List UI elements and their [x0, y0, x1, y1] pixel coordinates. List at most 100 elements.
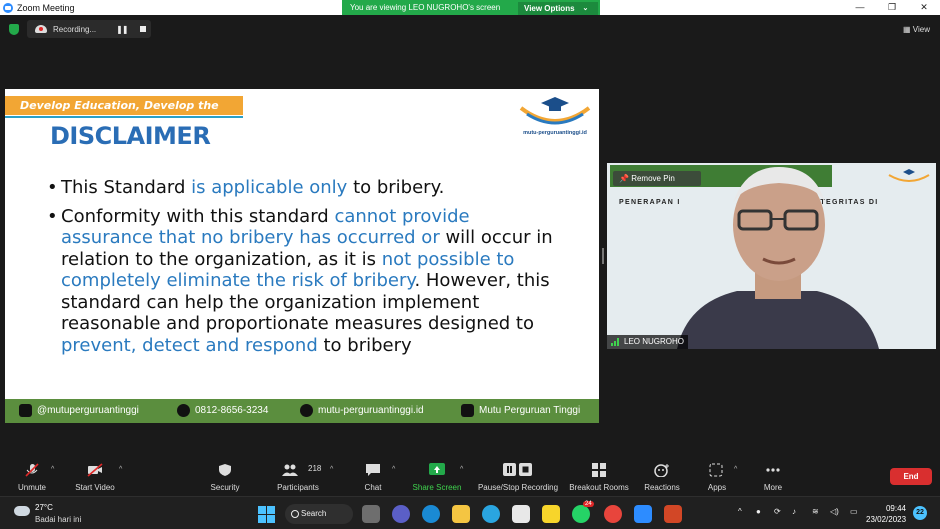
apps-label: Apps — [707, 483, 727, 492]
slide-footer: @mutuperguruantinggi 0812-8656-3234 mutu… — [5, 399, 599, 423]
instagram-icon — [19, 404, 32, 417]
chrome-icon[interactable] — [604, 505, 622, 523]
maximize-button[interactable]: ❐ — [876, 0, 908, 15]
end-meeting-button[interactable]: End — [890, 468, 932, 485]
share-screen-icon — [429, 463, 445, 475]
unmute-label: Unmute — [17, 483, 46, 492]
title-bar: Zoom Meeting You are viewing LEO NUGROHO… — [0, 0, 940, 15]
taskbar-clock[interactable]: 09:44 23/02/2023 — [866, 503, 906, 525]
apps-caret[interactable]: ^ — [734, 466, 737, 473]
tray-mic-icon[interactable]: ♪ — [792, 507, 796, 516]
windows-start-icon[interactable] — [258, 506, 275, 523]
security-shield-icon[interactable] — [9, 24, 19, 35]
minimize-button[interactable]: — — [844, 0, 876, 15]
participant-name-tag: LEO NUGROHO — [607, 335, 689, 349]
security-shield-icon — [219, 464, 231, 476]
whatsapp-taskbar-icon[interactable] — [572, 505, 590, 523]
bullet-text: This Standard — [61, 177, 192, 198]
notification-badge[interactable]: 22 — [913, 506, 927, 520]
view-button[interactable]: ▦ View — [903, 25, 930, 34]
participants-caret[interactable]: ^ — [330, 466, 333, 473]
meeting-toolbar: Unmute ^ Start Video ^ Security 218 Part… — [0, 456, 940, 496]
panel-splitter-handle[interactable] — [602, 248, 604, 264]
breakout-rooms-button[interactable]: Breakout Rooms — [566, 456, 632, 496]
start-video-button[interactable]: Start Video — [68, 456, 122, 496]
view-options-label: View Options — [524, 3, 575, 13]
chat-label: Chat — [364, 483, 382, 492]
view-label: View — [912, 25, 930, 34]
start-video-label: Start Video — [75, 483, 115, 492]
apps-icon — [709, 463, 723, 477]
highlighted-text: prevent, detect and respond — [61, 334, 318, 356]
slide-bullet: Conformity with this standard cannot pro… — [47, 206, 567, 357]
clock-date: 23/02/2023 — [866, 515, 907, 524]
view-options-button[interactable]: View Options ⌄ — [518, 1, 598, 15]
task-view-icon[interactable] — [362, 505, 380, 523]
remove-pin-button[interactable]: 📌 Remove Pin — [613, 171, 701, 186]
pause-stop-recording-button[interactable]: Pause/Stop Recording — [476, 456, 560, 496]
weather-desc: Badai hari ini — [35, 515, 82, 524]
footer-whatsapp-text: 0812-8656-3234 — [195, 405, 269, 416]
footer-youtube: Mutu Perguruan Tinggi — [461, 404, 580, 417]
signal-bars-icon — [611, 338, 621, 346]
participants-count: 218 — [308, 464, 322, 473]
participant-video[interactable]: PENERAPAN I NA INTEGRITAS DI 📌 Remove Pi… — [607, 163, 936, 349]
footer-instagram-text: @mutuperguruantinggi — [37, 405, 139, 416]
pause-stop-recording-label: Pause/Stop Recording — [477, 483, 559, 492]
zoom-taskbar-icon[interactable] — [634, 505, 652, 523]
shared-screen-slide: Develop Education, Develop the Nation mu… — [5, 89, 599, 423]
footer-youtube-text: Mutu Perguruan Tinggi — [479, 405, 581, 416]
chat-caret[interactable]: ^ — [392, 466, 395, 473]
unmute-button[interactable]: Unmute — [8, 456, 56, 496]
pause-recording-icon[interactable]: ❚❚ — [116, 25, 128, 34]
teams-chat-icon[interactable] — [392, 505, 410, 523]
slide-bullet-list: This Standard is applicable only to brib… — [47, 177, 567, 363]
microsoft-store-icon[interactable] — [512, 505, 530, 523]
pause-stop-icon — [503, 463, 532, 476]
security-button[interactable]: Security — [202, 456, 248, 496]
participants-label: Participants — [277, 483, 319, 492]
slide-tagline: Develop Education, Develop the Nation — [5, 96, 243, 131]
audio-options-caret[interactable]: ^ — [51, 466, 54, 473]
taskbar-search-label: Search — [301, 509, 327, 518]
smiley-icon — [654, 464, 669, 477]
app-icon-blue[interactable] — [482, 505, 500, 523]
more-button[interactable]: More — [754, 456, 792, 496]
powerpoint-icon[interactable] — [664, 505, 682, 523]
security-label: Security — [210, 483, 240, 492]
wifi-icon[interactable]: ≋ — [812, 507, 819, 516]
whatsapp-badge: 24 — [583, 501, 594, 507]
graduation-cap-logo-icon — [519, 97, 591, 125]
footer-website-text: mutu-perguruantinggi.id — [318, 405, 424, 416]
zoom-logo-icon — [3, 2, 13, 13]
slide-logo: mutu-perguruantinggi.id — [515, 94, 595, 144]
video-options-caret[interactable]: ^ — [119, 466, 122, 473]
viewing-banner-text: You are viewing LEO NUGROHO's screen — [350, 3, 501, 12]
tray-sync-icon[interactable]: ⟳ — [774, 507, 781, 516]
share-screen-button[interactable]: Share Screen — [410, 456, 464, 496]
share-caret[interactable]: ^ — [460, 466, 463, 473]
weather-temp: 27°C — [35, 503, 53, 512]
volume-icon[interactable]: ◁) — [830, 507, 839, 516]
youtube-icon — [461, 404, 474, 417]
battery-icon[interactable]: ▭ — [850, 507, 858, 516]
file-explorer-icon[interactable] — [452, 505, 470, 523]
reactions-button[interactable]: Reactions — [640, 456, 684, 496]
sticky-notes-icon[interactable] — [542, 505, 560, 523]
viewing-banner: You are viewing LEO NUGROHO's screen Vie… — [342, 0, 600, 15]
edge-browser-icon[interactable] — [422, 505, 440, 523]
apps-button[interactable]: Apps — [700, 456, 734, 496]
microphone-muted-icon — [25, 463, 39, 477]
participants-button[interactable]: 218 Participants — [272, 456, 324, 496]
recording-label: Recording... — [53, 24, 97, 34]
participant-name: LEO NUGROHO — [624, 337, 685, 346]
chat-button[interactable]: Chat — [352, 456, 394, 496]
slide-logo-text: mutu-perguruantinggi.id — [523, 130, 587, 136]
participant-person — [677, 167, 879, 349]
tray-app-icon[interactable]: ● — [756, 507, 761, 516]
close-button[interactable]: ✕ — [908, 0, 940, 15]
taskbar-search[interactable]: Search — [285, 504, 353, 524]
share-screen-label: Share Screen — [412, 483, 462, 492]
tray-overflow-icon[interactable]: ^ — [738, 507, 742, 516]
stop-recording-icon[interactable] — [139, 26, 146, 32]
